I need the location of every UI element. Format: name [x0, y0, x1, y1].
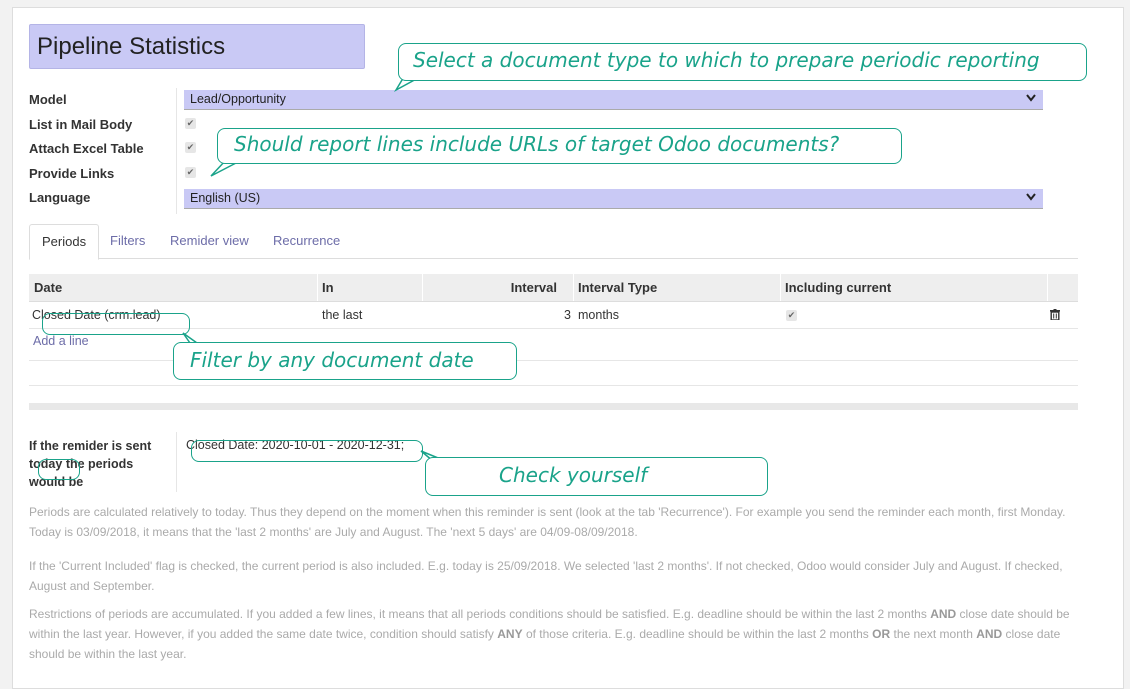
chevron-down-icon [1026, 193, 1036, 201]
callout-urls: Should report lines include URLs of targ… [217, 128, 902, 164]
column-separator [573, 274, 574, 301]
label-attach-excel-table: Attach Excel Table [29, 141, 144, 156]
cell-interval-type[interactable]: months [578, 302, 619, 328]
language-select[interactable]: English (US) [184, 189, 1043, 209]
column-header-in[interactable]: In [322, 274, 334, 301]
field-separator [176, 88, 177, 214]
cell-including-current-checkbox[interactable]: ✔ [786, 310, 797, 321]
cell-in[interactable]: the last [322, 302, 362, 328]
notebook-tabs: Periods Filters Remider view Recurrence [29, 224, 1078, 260]
attach-excel-table-checkbox[interactable]: ✔ [185, 142, 196, 153]
add-a-line-link[interactable]: Add a line [33, 334, 89, 348]
trash-icon[interactable] [1050, 309, 1060, 320]
column-header-interval-type[interactable]: Interval Type [578, 274, 657, 301]
help-note-restrictions: Restrictions of periods are accumulated.… [29, 607, 1070, 661]
column-header-date[interactable]: Date [34, 274, 62, 301]
tab-periods[interactable]: Periods [29, 224, 100, 260]
help-note-current-included: If the 'Current Included' flag is checke… [29, 559, 1063, 593]
label-list-in-mail-body: List in Mail Body [29, 117, 133, 132]
callout-document-type: Select a document type to which to prepa… [398, 43, 1087, 81]
tab-filters[interactable]: Filters [110, 224, 145, 258]
column-separator [1047, 274, 1048, 301]
cell-interval[interactable]: 3 [425, 302, 571, 328]
highlight-ring-today [38, 459, 80, 480]
provide-links-checkbox[interactable]: ✔ [185, 167, 196, 178]
field-separator [176, 432, 177, 492]
label-language: Language [29, 190, 91, 205]
model-select-value: Lead/Opportunity [190, 92, 286, 106]
language-select-value: English (US) [190, 191, 261, 205]
model-select[interactable]: Lead/Opportunity [184, 90, 1043, 110]
list-in-mail-body-checkbox[interactable]: ✔ [185, 118, 196, 129]
column-header-including-current[interactable]: Including current [785, 274, 891, 301]
tab-recurrence[interactable]: Recurrence [273, 224, 340, 258]
chevron-down-icon [1026, 94, 1036, 102]
row-divider [29, 385, 1078, 386]
reminder-label-prefix: If the remider is sent [29, 439, 152, 453]
label-model: Model [29, 92, 67, 107]
highlight-ring-date-cell [42, 313, 190, 335]
callout-filter: Filter by any document date [173, 342, 517, 380]
column-separator [422, 274, 423, 301]
help-note-periods: Periods are calculated relatively to tod… [29, 505, 1066, 539]
highlight-ring-periods-value [191, 440, 423, 462]
column-separator [317, 274, 318, 301]
column-header-interval[interactable]: Interval [425, 274, 557, 301]
section-divider [29, 403, 1078, 410]
title-field[interactable]: Pipeline Statistics [29, 24, 365, 69]
callout-check: Check yourself [425, 457, 768, 496]
page-title: Pipeline Statistics [37, 33, 226, 60]
tab-remider-view[interactable]: Remider view [170, 224, 249, 258]
periods-table-header: Date In Interval Interval Type Including… [29, 274, 1078, 302]
column-separator [780, 274, 781, 301]
label-provide-links: Provide Links [29, 166, 115, 181]
